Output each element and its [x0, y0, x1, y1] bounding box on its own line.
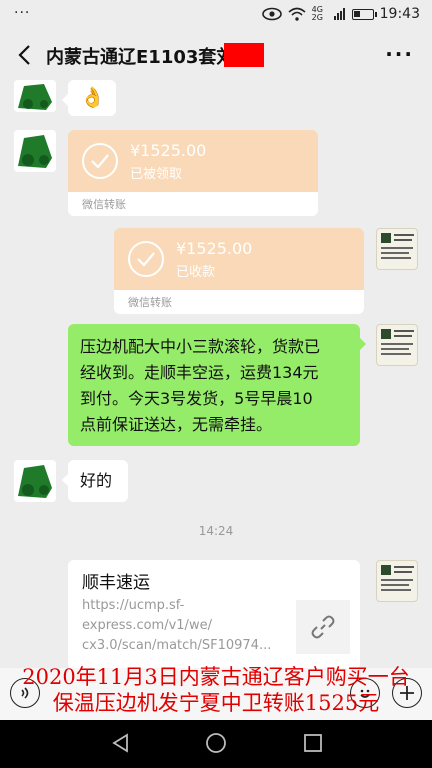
- redaction-box: [224, 43, 264, 67]
- transfer-status: 已被领取: [130, 167, 183, 182]
- transfer-footer: 微信转账: [82, 198, 126, 211]
- signal-icon: [333, 8, 345, 20]
- transfer-amount: ¥1525.00: [130, 141, 207, 160]
- machine-avatar-image: [14, 460, 56, 502]
- network-type: 4G 2G: [312, 6, 328, 22]
- message-line: 到付。今天3号发货，5号早晨10: [80, 389, 313, 408]
- back-arrow-icon: [18, 45, 30, 65]
- document-avatar-image: [381, 329, 414, 355]
- link-card-url: https://ucmp.sf- express.com/v1/we/ cx3.…: [82, 596, 272, 656]
- nav-recent-button[interactable]: [302, 732, 324, 758]
- nav-home-button[interactable]: [205, 732, 227, 758]
- caption-line-2: 保温压边机发宁夏中卫转账1525元: [52, 691, 380, 715]
- status-bar: ··· 4G 2G 19:43: [0, 0, 432, 30]
- contact-avatar[interactable]: [14, 460, 56, 502]
- check-icon: [82, 143, 118, 179]
- link-card-title: 顺丰速运: [82, 573, 150, 593]
- transfer-card-received[interactable]: ¥1525.00 已收款 微信转账: [114, 228, 364, 314]
- message-line: 点前保证送达，无需牵挂。: [80, 415, 273, 434]
- status-icons: 4G 2G 19:43: [261, 6, 420, 22]
- message-line: 压边机配大中小三款滚轮，货款已: [80, 337, 321, 356]
- transfer-amount: ¥1525.00: [176, 239, 253, 258]
- ok-hand-emoji: 👌: [80, 85, 105, 109]
- machine-avatar-image: [14, 130, 56, 172]
- chat-header: 内蒙古通辽E1103套刘 ···: [0, 30, 432, 82]
- url-line: cx3.0/scan/match/SF10974...: [82, 638, 272, 653]
- network-bottom-label: 2G: [311, 13, 323, 22]
- chat-title: 内蒙古通辽E1103套刘: [46, 47, 235, 68]
- status-notification-dots: ···: [14, 5, 31, 21]
- transfer-card-top: ¥1525.00 已收款: [114, 228, 364, 290]
- nav-back-icon: [112, 733, 128, 753]
- transfer-card-top: ¥1525.00 已被领取: [68, 130, 318, 192]
- outgoing-text-bubble[interactable]: 压边机配大中小三款滚轮，货款已 经收到。走顺丰空运，运费134元 到付。今天3号…: [68, 324, 366, 446]
- nav-recent-icon: [304, 734, 322, 752]
- my-avatar[interactable]: [376, 228, 418, 270]
- url-line: express.com/v1/we/: [82, 618, 212, 633]
- back-button[interactable]: [10, 41, 38, 69]
- nav-back-button[interactable]: [110, 732, 132, 758]
- message-timestamp: 14:24: [198, 524, 234, 538]
- check-icon: [128, 241, 164, 277]
- message-line: 经收到。走顺丰空运，运费134元: [80, 363, 319, 382]
- caption-overlay: 2020年11月3日内蒙古通辽客户购买一台 保温压边机发宁夏中卫转账1525元: [0, 664, 432, 716]
- document-avatar-image: [381, 565, 414, 591]
- my-avatar[interactable]: [376, 560, 418, 602]
- message-text: 好的: [80, 471, 113, 490]
- my-avatar[interactable]: [376, 324, 418, 366]
- eye-icon: [261, 7, 282, 21]
- more-button[interactable]: ···: [385, 42, 414, 66]
- link-thumbnail: [296, 600, 350, 654]
- url-line: https://ucmp.sf-: [82, 598, 185, 613]
- transfer-card-claimed[interactable]: ¥1525.00 已被领取 微信转账: [68, 130, 318, 216]
- machine-avatar-image: [14, 80, 56, 112]
- battery-icon: [351, 8, 377, 20]
- transfer-status: 已收款: [176, 265, 216, 280]
- document-avatar-image: [381, 233, 414, 259]
- link-icon: [311, 615, 335, 639]
- nav-home-icon: [206, 733, 226, 753]
- system-nav-bar: [0, 720, 432, 768]
- contact-avatar[interactable]: [14, 80, 56, 112]
- emoji-message-bubble[interactable]: 👌: [62, 80, 116, 116]
- contact-avatar[interactable]: [14, 130, 56, 172]
- link-card[interactable]: 顺丰速运 https://ucmp.sf- express.com/v1/we/…: [68, 560, 360, 670]
- wifi-icon: [288, 7, 306, 21]
- status-time: 19:43: [379, 6, 420, 22]
- transfer-footer: 微信转账: [128, 296, 172, 309]
- incoming-text-bubble[interactable]: 好的: [62, 460, 128, 502]
- caption-line-1: 2020年11月3日内蒙古通辽客户购买一台: [22, 665, 410, 689]
